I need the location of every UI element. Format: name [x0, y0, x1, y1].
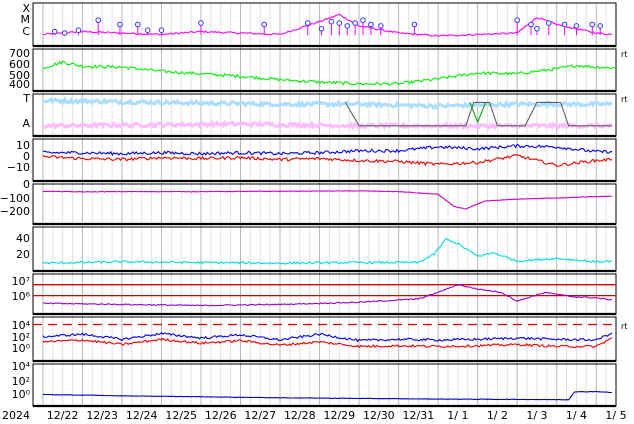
x-tick-label: 12/28 — [284, 409, 316, 422]
x-tick-label: 12/30 — [363, 409, 395, 422]
flare-marker — [528, 21, 534, 28]
y-tick-label-kp: 40 — [16, 232, 30, 245]
y-tick-label-dst: −100 — [0, 192, 30, 205]
flare-marker — [328, 18, 335, 25]
space-weather-chart: XMC700600500400TA100−100−100−200402010⁷1… — [0, 2, 627, 422]
flare-marker — [198, 20, 204, 26]
y-tick-label-dst: −200 — [0, 205, 30, 218]
y-tick-label-imf: −10 — [7, 161, 30, 174]
x-tick-label: 1/ 3 — [526, 409, 547, 422]
y-tick-label-magnetic-sector: T — [22, 92, 30, 105]
flare-marker — [561, 21, 568, 28]
y-tick-label-solar-wind-speed: 400 — [9, 78, 30, 91]
flare-marker — [261, 21, 268, 28]
y-tick-label-proton-flux: 10⁰ — [12, 342, 31, 355]
x-tick-label: 12/24 — [126, 409, 158, 422]
flare-marker — [95, 17, 102, 24]
flare-marker — [75, 27, 82, 33]
panel-frame-kp — [32, 226, 617, 272]
right-marker-label: rt — [621, 322, 627, 331]
x-tick-label: 1/ 2 — [487, 409, 508, 422]
flare-marker — [51, 28, 58, 35]
flare-marker — [514, 17, 520, 24]
axis-labels: XMC700600500400TA100−100−100−200402010⁷1… — [0, 2, 627, 422]
flare-marker — [360, 17, 366, 24]
flare-marker — [134, 21, 141, 28]
data-series — [33, 13, 617, 401]
y-tick-label-electron-count: 10² — [12, 375, 30, 388]
flare-marker — [318, 25, 325, 32]
x-tick-label: 12/23 — [86, 409, 118, 422]
x-tick-label: 12/31 — [403, 409, 435, 422]
x-tick-label: 12/29 — [323, 409, 355, 422]
y-tick-label-electron-count: 10⁴ — [12, 360, 31, 373]
x-tick-label: 1/ 4 — [566, 409, 587, 422]
y-tick-label-electron-flux: 10⁶ — [12, 290, 31, 303]
y-tick-label-dst: 0 — [23, 178, 30, 191]
y-tick-label-electron-flux: 10⁷ — [12, 275, 30, 288]
x-tick-label: 1/ 1 — [447, 409, 468, 422]
flare-marker — [61, 30, 68, 36]
right-marker-label: rt — [621, 50, 627, 59]
flare-marker — [597, 23, 603, 29]
y-tick-label-kp: 20 — [16, 248, 30, 261]
flare-marker — [344, 23, 351, 29]
flare-marker — [546, 20, 552, 26]
flare-marker — [352, 20, 358, 26]
flare-marker — [378, 23, 384, 29]
flare-marker — [336, 20, 343, 26]
panel-frame-electron-flux — [32, 273, 617, 315]
flare-marker — [573, 23, 580, 29]
y-tick-label-magnetic-sector: A — [22, 117, 30, 130]
flare-marker — [368, 21, 374, 28]
flare-marker — [589, 21, 596, 28]
flare-marker — [158, 27, 165, 33]
x-tick-label: 1/ 5 — [605, 409, 626, 422]
y-tick-label-xray-class: C — [22, 25, 30, 38]
flare-marker — [534, 25, 540, 32]
y-tick-label-electron-count: 10⁰ — [12, 388, 31, 401]
x-tick-label: 12/25 — [165, 409, 197, 422]
flare-marker — [117, 21, 123, 28]
panel-frame-solar-wind-speed — [32, 48, 617, 92]
panel-frame-dst — [32, 183, 617, 225]
x-tick-label: 12/22 — [47, 409, 79, 422]
flare-marker — [304, 20, 311, 26]
right-marker-label: rt — [621, 95, 627, 104]
panel-frame-proton-flux — [32, 316, 617, 362]
flare-marker — [411, 21, 418, 28]
flare-marker — [144, 27, 151, 33]
x-tick-label: 12/27 — [244, 409, 276, 422]
x-tick-label: 12/26 — [205, 409, 237, 422]
year-label: 2024 — [2, 409, 30, 422]
